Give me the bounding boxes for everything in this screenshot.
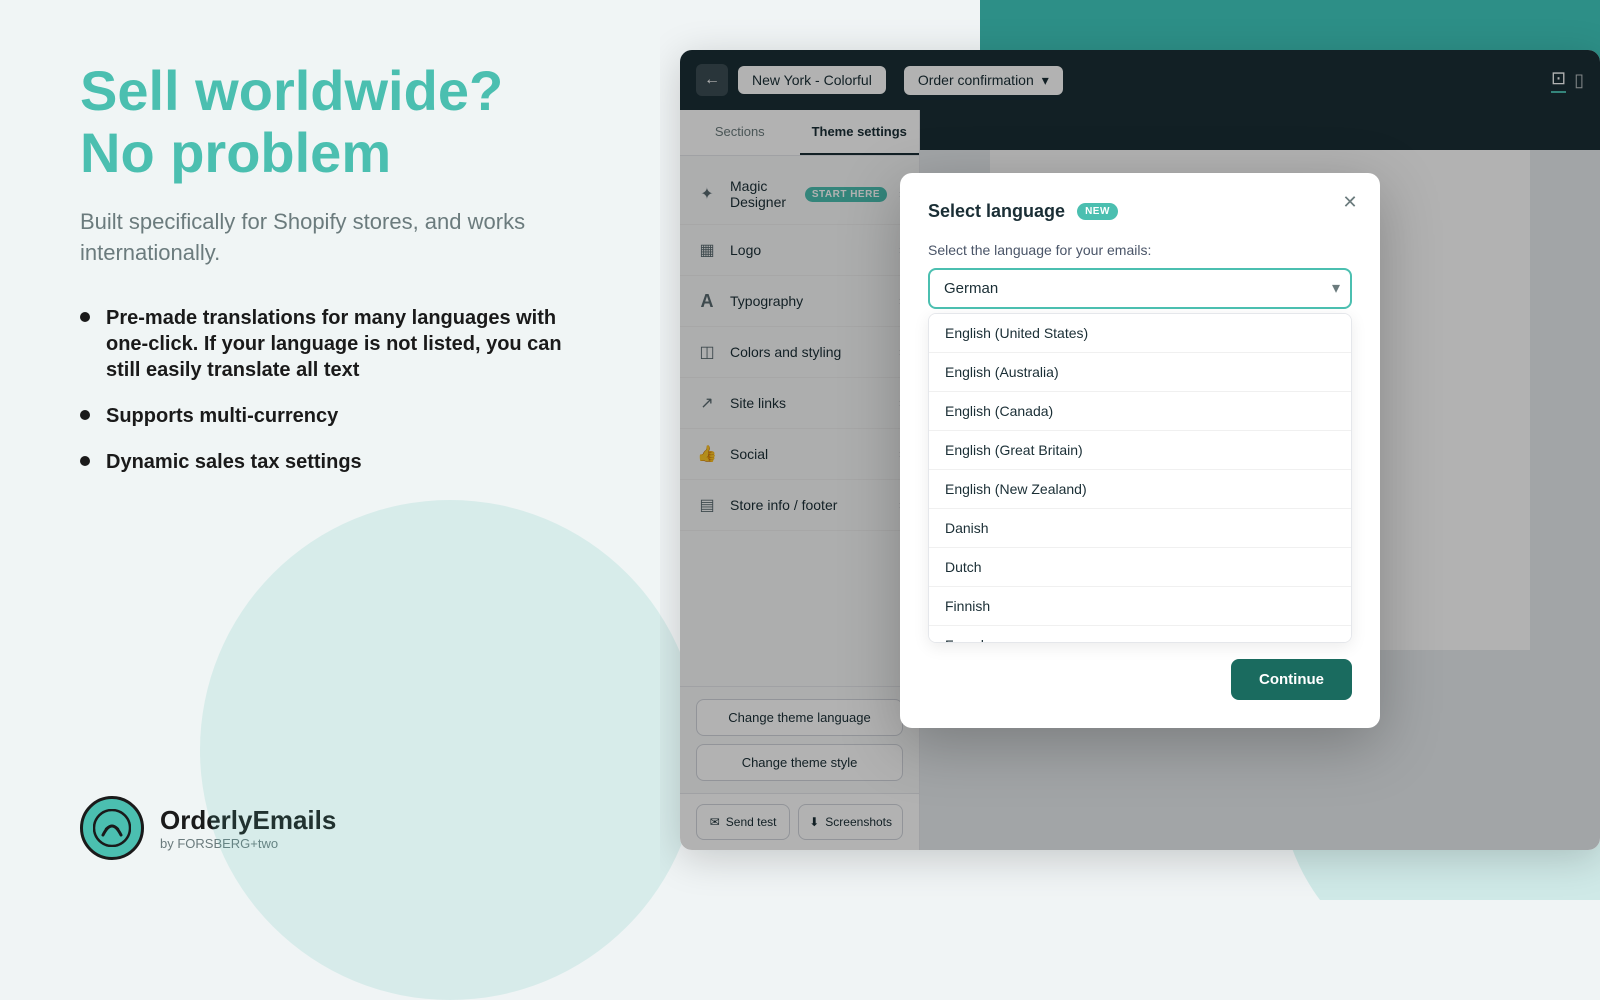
modal-select-label: Select the language for your emails:: [928, 242, 1352, 258]
decorative-circle: [200, 500, 700, 1000]
lang-english-ca[interactable]: English (Canada): [929, 392, 1351, 431]
new-badge: NEW: [1077, 203, 1118, 220]
language-dropdown-list: English (United States) English (Austral…: [928, 313, 1352, 643]
hero-subtitle: Built specifically for Shopify stores, a…: [80, 207, 600, 269]
lang-dutch[interactable]: Dutch: [929, 548, 1351, 587]
hero-title: Sell worldwide?No problem: [80, 60, 600, 183]
language-select-wrapper: English (United States)English (Australi…: [928, 268, 1352, 309]
bullet-dot: [80, 456, 90, 466]
bullet-item-1: Pre-made translations for many languages…: [80, 305, 600, 383]
bullet-dot: [80, 410, 90, 420]
bullet-item-3: Dynamic sales tax settings: [80, 449, 600, 475]
lang-english-au[interactable]: English (Australia): [929, 353, 1351, 392]
right-panel: ← New York - Colorful Order confirmation…: [660, 0, 1600, 900]
bullet-item-2: Supports multi-currency: [80, 403, 600, 429]
bullet-list: Pre-made translations for many languages…: [80, 305, 600, 495]
lang-english-us[interactable]: English (United States): [929, 314, 1351, 353]
left-panel: Sell worldwide?No problem Built specific…: [0, 0, 660, 900]
bullet-dot: [80, 312, 90, 322]
continue-button[interactable]: Continue: [1231, 659, 1352, 700]
modal-header: Select language NEW: [928, 201, 1352, 222]
lang-danish[interactable]: Danish: [929, 509, 1351, 548]
modal-overlay: Select language NEW ✕ Select the languag…: [680, 50, 1600, 850]
app-window: ← New York - Colorful Order confirmation…: [680, 50, 1600, 850]
lang-english-gb[interactable]: English (Great Britain): [929, 431, 1351, 470]
lang-english-nz[interactable]: English (New Zealand): [929, 470, 1351, 509]
brand-logo: [80, 796, 144, 860]
lang-finnish[interactable]: Finnish: [929, 587, 1351, 626]
language-select[interactable]: English (United States)English (Australi…: [928, 268, 1352, 309]
modal-close-button[interactable]: ✕: [1336, 189, 1364, 217]
lang-french[interactable]: French: [929, 626, 1351, 643]
modal-title: Select language: [928, 201, 1065, 222]
select-language-modal: Select language NEW ✕ Select the languag…: [900, 173, 1380, 728]
modal-footer: Continue: [928, 659, 1352, 700]
